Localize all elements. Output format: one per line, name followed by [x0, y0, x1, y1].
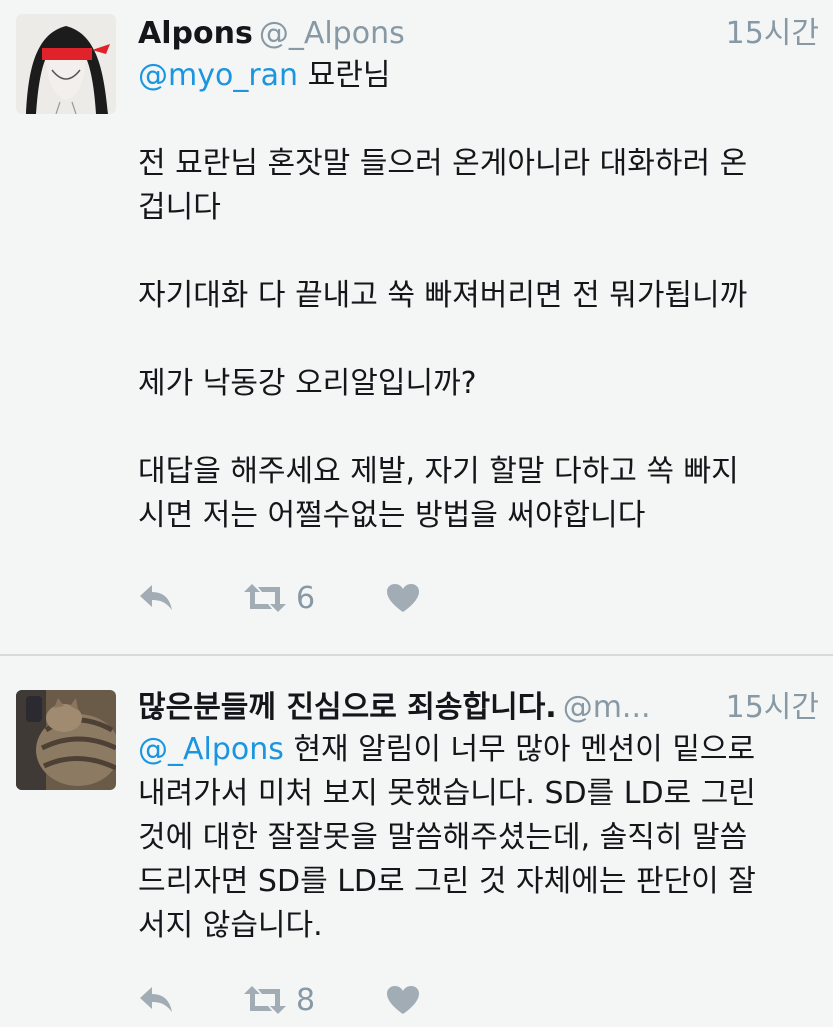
reply-icon [140, 987, 172, 1012]
timestamp[interactable]: 15시간 [726, 14, 819, 54]
user-handle[interactable]: @_Alpons [259, 16, 405, 51]
mention-link[interactable]: @myo_ran [138, 58, 298, 93]
user-name[interactable]: 많은분들께 진심으로 죄송합니다. [138, 690, 557, 725]
text-line: 것에 대한 잘잘못을 말씀해주셨는데, 솔직히 말씀 [138, 820, 748, 855]
mention-link[interactable]: @_Alpons [138, 732, 284, 767]
text-line: @_Alpons 현재 알림이 너무 많아 멘션이 밑으로 [138, 728, 819, 772]
reply-context: @myo_ran 묘란님 [138, 54, 819, 98]
text-line: 자기대화 다 끝내고 쑥 빠져버리면 전 뭐가됩니까 [138, 278, 748, 313]
timestamp[interactable]: 15시간 [726, 688, 819, 728]
tweet-text: 전 묘란님 혼잣말 들으러 온게아니라 대화하러 온 겁니다 자기대화 다 끝내… [138, 142, 819, 538]
text-line: 겁니다 [138, 190, 221, 225]
user-name[interactable]: Alpons [138, 16, 253, 51]
like-button[interactable] [386, 578, 420, 618]
text-line: 시면 저는 어쩔수없는 방법을 써야합니다 [138, 498, 646, 533]
avatar[interactable] [16, 690, 116, 790]
tweet-actions: 8 [138, 980, 458, 1020]
tweet[interactable]: Alpons @_Alpons 15시간 @myo_ran 묘란님 전 묘란님 혼… [0, 0, 833, 656]
heart-icon [387, 986, 419, 1014]
retweet-count: 8 [296, 982, 316, 1018]
text-line: 대답을 해주세요 제발, 자기 할말 다하고 쏙 빠지 [138, 454, 739, 489]
user-handle[interactable]: @m... [563, 690, 651, 725]
tweet-content: Alpons @_Alpons 15시간 @myo_ran 묘란님 전 묘란님 혼… [138, 14, 819, 538]
tweet-actions: 6 [138, 578, 458, 618]
text-line: 제가 낙동강 오리알입니까? [138, 366, 477, 401]
like-button[interactable] [386, 980, 420, 1020]
avatar-image [16, 690, 116, 790]
reply-button[interactable] [138, 980, 176, 1020]
reply-icon [140, 585, 172, 610]
text-segment: 현재 알림이 너무 많아 멘션이 밑으로 [283, 732, 756, 767]
reply-suffix: 묘란님 [298, 58, 391, 93]
retweet-icon [244, 584, 286, 612]
tweet-text: @_Alpons 현재 알림이 너무 많아 멘션이 밑으로 내려가서 미처 보지… [138, 728, 819, 948]
tweet-header: Alpons @_Alpons 15시간 [138, 14, 819, 54]
retweet-count: 6 [296, 580, 316, 616]
avatar-image [16, 14, 116, 114]
tweet-header: 많은분들께 진심으로 죄송합니다. @m... 15시간 [138, 688, 819, 728]
tweet-content: 많은분들께 진심으로 죄송합니다. @m... 15시간 @_Alpons 현재 … [138, 688, 819, 948]
avatar[interactable] [16, 14, 116, 114]
text-line: 드리자면 SD를 LD로 그린 것 자체에는 판단이 잘 [138, 864, 756, 899]
tweet[interactable]: 많은분들께 진심으로 죄송합니다. @m... 15시간 @_Alpons 현재 … [0, 658, 833, 1027]
text-line: 전 묘란님 혼잣말 들으러 온게아니라 대화하러 온 [138, 146, 748, 181]
retweet-button[interactable]: 6 [242, 578, 315, 618]
reply-button[interactable] [138, 578, 176, 618]
text-line: 내려가서 미처 보지 못했습니다. SD를 LD로 그린 [138, 776, 756, 811]
heart-icon [387, 584, 419, 612]
text-line: 서지 않습니다. [138, 908, 323, 943]
retweet-icon [244, 986, 286, 1014]
retweet-button[interactable]: 8 [242, 980, 315, 1020]
